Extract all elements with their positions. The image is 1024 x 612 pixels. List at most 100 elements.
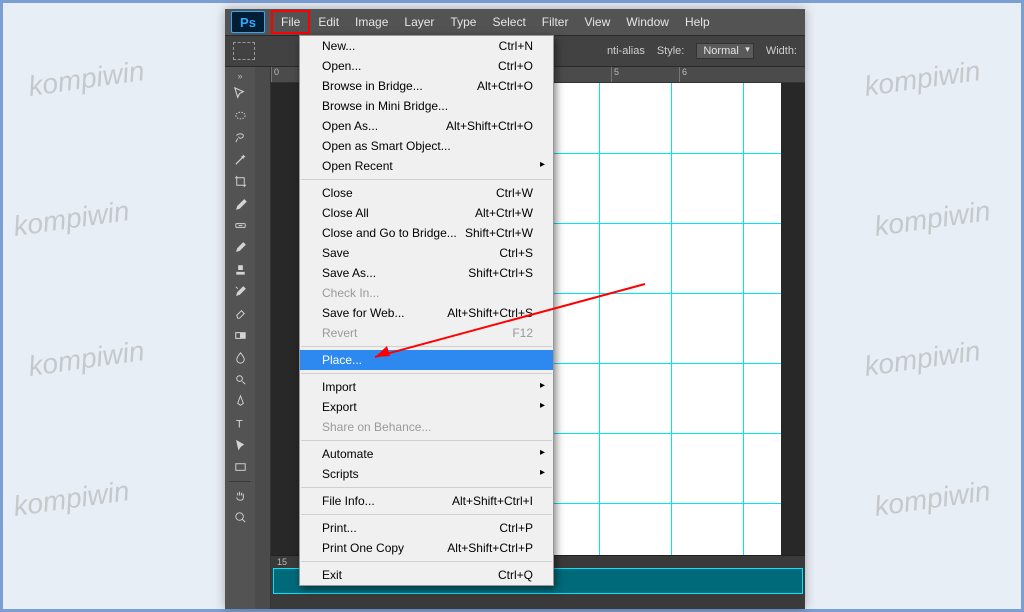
menu-view[interactable]: View [576,10,618,34]
menuitem-open-as[interactable]: Open As...Alt+Shift+Ctrl+O [300,116,553,136]
photoshop-window: Ps FileEditImageLayerTypeSelectFilterVie… [225,9,805,609]
menuitem-label: New... [322,39,355,53]
zoom-tool[interactable] [229,507,251,527]
heal-tool[interactable] [229,215,251,235]
menu-window[interactable]: Window [618,10,677,34]
menuitem-open[interactable]: Open... Ctrl+O [300,56,553,76]
menuitem-shortcut: Ctrl+S [499,246,533,260]
watermark: kompiwin [873,195,993,243]
menuitem-share-on-behance: Share on Behance... [300,417,553,437]
file-menu-dropdown: New... Ctrl+N Open... Ctrl+O Browse in Bridg… [299,35,554,586]
eyedropper-tool[interactable] [229,193,251,213]
menuitem-label: Import [322,380,356,394]
menu-select[interactable]: Select [484,10,533,34]
dodge-tool[interactable] [229,369,251,389]
menuitem-shortcut: Alt+Shift+Ctrl+O [446,119,533,133]
menuitem-label: Exit [322,568,342,582]
menuitem-label: Place... [322,353,362,367]
stamp-tool[interactable] [229,259,251,279]
menuitem-shortcut: Shift+Ctrl+W [465,226,533,240]
hand-tool[interactable] [229,481,251,505]
gradient-tool[interactable] [229,325,251,345]
menuitem-close-and-go-to-bridge[interactable]: Close and Go to Bridge...Shift+Ctrl+W [300,223,553,243]
menuitem-shortcut: Ctrl+P [499,521,533,535]
expand-panel-icon[interactable]: » [234,71,246,81]
eraser-tool[interactable] [229,303,251,323]
menuitem-open-recent[interactable]: Open Recent [300,156,553,176]
menuitem-save-for-web[interactable]: Save for Web...Alt+Shift+Ctrl+S [300,303,553,323]
menuitem-shortcut: Ctrl+O [498,59,533,73]
watermark: kompiwin [26,55,146,103]
marquee-tool[interactable] [229,105,251,125]
crop-tool[interactable] [229,171,251,191]
menuitem-exit[interactable]: Exit Ctrl+Q [300,565,553,585]
menuitem-scripts[interactable]: Scripts [300,464,553,484]
watermark: kompiwin [863,335,983,383]
menuitem-label: Browse in Mini Bridge... [322,99,448,113]
menuitem-place[interactable]: Place... [300,350,553,370]
menuitem-print[interactable]: Print...Ctrl+P [300,518,553,538]
history-brush-tool[interactable] [229,281,251,301]
menuitem-shortcut: Alt+Ctrl+W [475,206,533,220]
menu-file[interactable]: File [271,10,310,34]
menuitem-save[interactable]: Save Ctrl+S [300,243,553,263]
menuitem-browse-in-bridge[interactable]: Browse in Bridge...Alt+Ctrl+O [300,76,553,96]
guide-vertical[interactable] [743,83,744,563]
guide-vertical[interactable] [599,83,600,563]
menuitem-close[interactable]: CloseCtrl+W [300,183,553,203]
menuitem-new[interactable]: New... Ctrl+N [300,36,553,56]
menuitem-shortcut: Ctrl+N [499,39,533,53]
menuitem-label: Check In... [322,286,379,300]
menu-separator [301,346,552,347]
menuitem-print-one-copy[interactable]: Print One CopyAlt+Shift+Ctrl+P [300,538,553,558]
menuitem-close-all[interactable]: Close AllAlt+Ctrl+W [300,203,553,223]
menuitem-file-info[interactable]: File Info... Alt+Shift+Ctrl+I [300,491,553,511]
style-select[interactable]: Normal [696,43,753,59]
path-select-tool[interactable] [229,435,251,455]
menuitem-label: Print One Copy [322,541,404,555]
style-label: Style: [657,45,685,57]
menubar: Ps FileEditImageLayerTypeSelectFilterVie… [225,9,805,35]
menu-help[interactable]: Help [677,10,718,34]
marquee-preset-icon[interactable] [233,42,255,60]
menuitem-shortcut: Shift+Ctrl+S [468,266,533,280]
menuitem-label: File Info... [322,494,375,508]
antialias-label: nti-alias [607,45,645,57]
menuitem-label: Save As... [322,266,376,280]
menuitem-label: Open... [322,59,361,73]
menuitem-save-as[interactable]: Save As... Shift+Ctrl+S [300,263,553,283]
rectangle-tool[interactable] [229,457,251,477]
menuitem-export[interactable]: Export [300,397,553,417]
watermark: kompiwin [873,475,993,523]
menuitem-import[interactable]: Import [300,377,553,397]
blur-tool[interactable] [229,347,251,367]
wand-tool[interactable] [229,149,251,169]
timeline-frame-number: 15 [277,557,287,567]
menuitem-open-as-smart-object[interactable]: Open as Smart Object... [300,136,553,156]
menuitem-automate[interactable]: Automate [300,444,553,464]
type-tool[interactable]: T [229,413,251,433]
menuitem-shortcut: Ctrl+Q [498,568,533,582]
watermark: kompiwin [863,55,983,103]
ruler-vertical[interactable] [255,67,271,609]
menuitem-revert: RevertF12 [300,323,553,343]
menuitem-label: Scripts [322,467,359,481]
menu-type[interactable]: Type [442,10,484,34]
menu-edit[interactable]: Edit [310,10,347,34]
menuitem-label: Export [322,400,357,414]
menu-image[interactable]: Image [347,10,396,34]
menuitem-check-in: Check In... [300,283,553,303]
pen-tool[interactable] [229,391,251,411]
menu-filter[interactable]: Filter [534,10,577,34]
guide-vertical[interactable] [671,83,672,563]
brush-tool[interactable] [229,237,251,257]
svg-text:T: T [235,418,242,430]
lasso-tool[interactable] [229,127,251,147]
menu-separator [301,561,552,562]
move-tool[interactable] [229,83,251,103]
menuitem-label: Browse in Bridge... [322,79,423,93]
menuitem-browse-in-mini-bridge[interactable]: Browse in Mini Bridge... [300,96,553,116]
menuitem-label: Save [322,246,349,260]
menuitem-shortcut: Alt+Shift+Ctrl+I [452,494,533,508]
menu-layer[interactable]: Layer [396,10,442,34]
